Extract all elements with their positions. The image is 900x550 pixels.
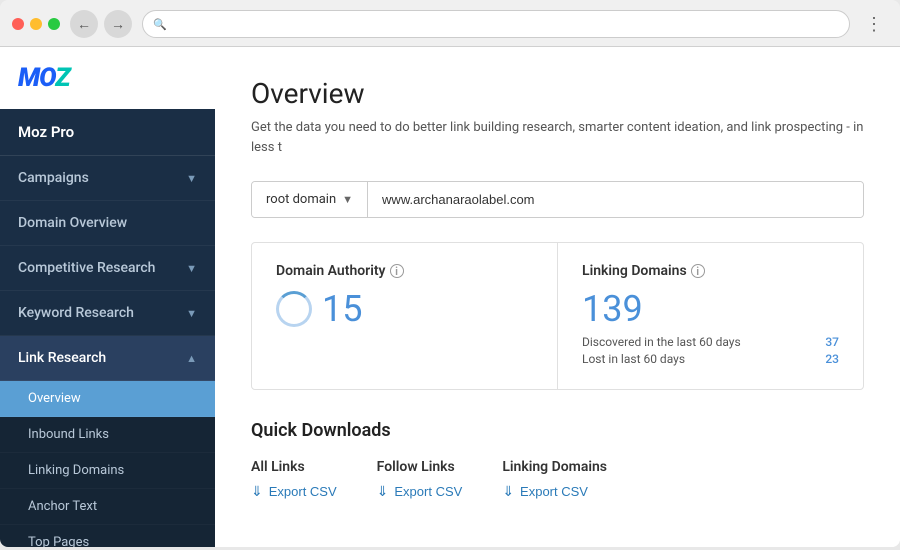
page-title: Overview [251, 77, 864, 110]
sidebar-item-keyword-research[interactable]: Keyword Research ▼ [0, 291, 215, 336]
domain-authority-value: 15 [322, 291, 362, 327]
follow-links-label: Follow Links [377, 459, 463, 475]
close-button[interactable] [12, 18, 24, 30]
linking-domains-info-icon[interactable]: i [691, 264, 705, 278]
main-content: Overview Get the data you need to do bet… [215, 47, 900, 547]
download-icon: ⇓ [251, 483, 263, 500]
sidebar-sub-item-overview[interactable]: Overview [0, 381, 215, 417]
search-icon: 🔍 [153, 18, 167, 31]
linking-domains-export-button[interactable]: ⇓ Export CSV [502, 483, 588, 500]
linking-domains-dl-label: Linking Domains [502, 459, 607, 475]
sidebar-sub-item-anchor-text[interactable]: Anchor Text [0, 489, 215, 525]
discovered-row: Discovered in the last 60 days 37 [582, 335, 839, 349]
download-group-all-links: All Links ⇓ Export CSV [251, 459, 337, 500]
chevron-up-icon: ▲ [186, 352, 197, 365]
maximize-button[interactable] [48, 18, 60, 30]
chevron-down-icon: ▼ [342, 193, 353, 206]
minimize-button[interactable] [30, 18, 42, 30]
all-links-export-button[interactable]: ⇓ Export CSV [251, 483, 337, 500]
domain-type-dropdown[interactable]: root domain ▼ [252, 182, 368, 217]
sidebar-item-campaigns[interactable]: Campaigns ▼ [0, 156, 215, 201]
browser-menu-button[interactable]: ⋮ [860, 10, 888, 38]
discovered-value: 37 [825, 335, 839, 349]
domain-search-bar: root domain ▼ [251, 181, 864, 218]
sidebar-item-domain-overview[interactable]: Domain Overview [0, 201, 215, 246]
sidebar-item-link-research[interactable]: Link Research ▲ [0, 336, 215, 381]
sidebar: MOZ Moz Pro Campaigns ▼ Domain Overview … [0, 47, 215, 547]
domain-authority-info-icon[interactable]: i [390, 264, 404, 278]
downloads-row: All Links ⇓ Export CSV Follow Links ⇓ Ex… [251, 459, 864, 500]
quick-downloads-title: Quick Downloads [251, 420, 864, 441]
lost-row: Lost in last 60 days 23 [582, 352, 839, 366]
link-research-sub-menu: Overview Inbound Links Linking Domains A… [0, 381, 215, 547]
address-bar[interactable]: 🔍 [142, 10, 850, 38]
back-button[interactable]: ← [70, 10, 98, 38]
chevron-down-icon: ▼ [186, 172, 197, 185]
domain-authority-value-row: 15 [276, 291, 533, 327]
sidebar-item-competitive-research[interactable]: Competitive Research ▼ [0, 246, 215, 291]
download-icon: ⇓ [377, 483, 389, 500]
linking-domains-label: Linking Domains i [582, 263, 839, 279]
moz-logo: MOZ [18, 63, 70, 93]
sidebar-sub-item-linking-domains[interactable]: Linking Domains [0, 453, 215, 489]
linking-domains-value: 139 [582, 291, 839, 327]
lost-value: 23 [825, 352, 839, 366]
browser-chrome: ← → 🔍 ⋮ [0, 0, 900, 47]
download-group-follow-links: Follow Links ⇓ Export CSV [377, 459, 463, 500]
sidebar-sub-item-inbound-links[interactable]: Inbound Links [0, 417, 215, 453]
chevron-down-icon: ▼ [186, 307, 197, 320]
domain-authority-label: Domain Authority i [276, 263, 533, 279]
page-description: Get the data you need to do better link … [251, 118, 864, 157]
domain-authority-circle [276, 291, 312, 327]
follow-links-export-button[interactable]: ⇓ Export CSV [377, 483, 463, 500]
chevron-down-icon: ▼ [186, 262, 197, 275]
forward-button[interactable]: → [104, 10, 132, 38]
linking-domains-sub-rows: Discovered in the last 60 days 37 Lost i… [582, 335, 839, 366]
app-container: MOZ Moz Pro Campaigns ▼ Domain Overview … [0, 47, 900, 547]
all-links-label: All Links [251, 459, 337, 475]
download-icon: ⇓ [502, 483, 514, 500]
domain-authority-card: Domain Authority i 15 [252, 243, 558, 389]
sidebar-logo: MOZ [0, 47, 215, 109]
linking-domains-card: Linking Domains i 139 Discovered in the … [558, 243, 863, 389]
sidebar-item-moz-pro[interactable]: Moz Pro [0, 109, 215, 156]
sidebar-sub-item-top-pages[interactable]: Top Pages [0, 525, 215, 547]
domain-input[interactable] [368, 182, 863, 217]
nav-buttons: ← → [70, 10, 132, 38]
download-group-linking-domains: Linking Domains ⇓ Export CSV [502, 459, 607, 500]
domain-type-label: root domain [266, 192, 336, 207]
stats-row: Domain Authority i 15 Linking Domains i … [251, 242, 864, 390]
traffic-lights [12, 18, 60, 30]
